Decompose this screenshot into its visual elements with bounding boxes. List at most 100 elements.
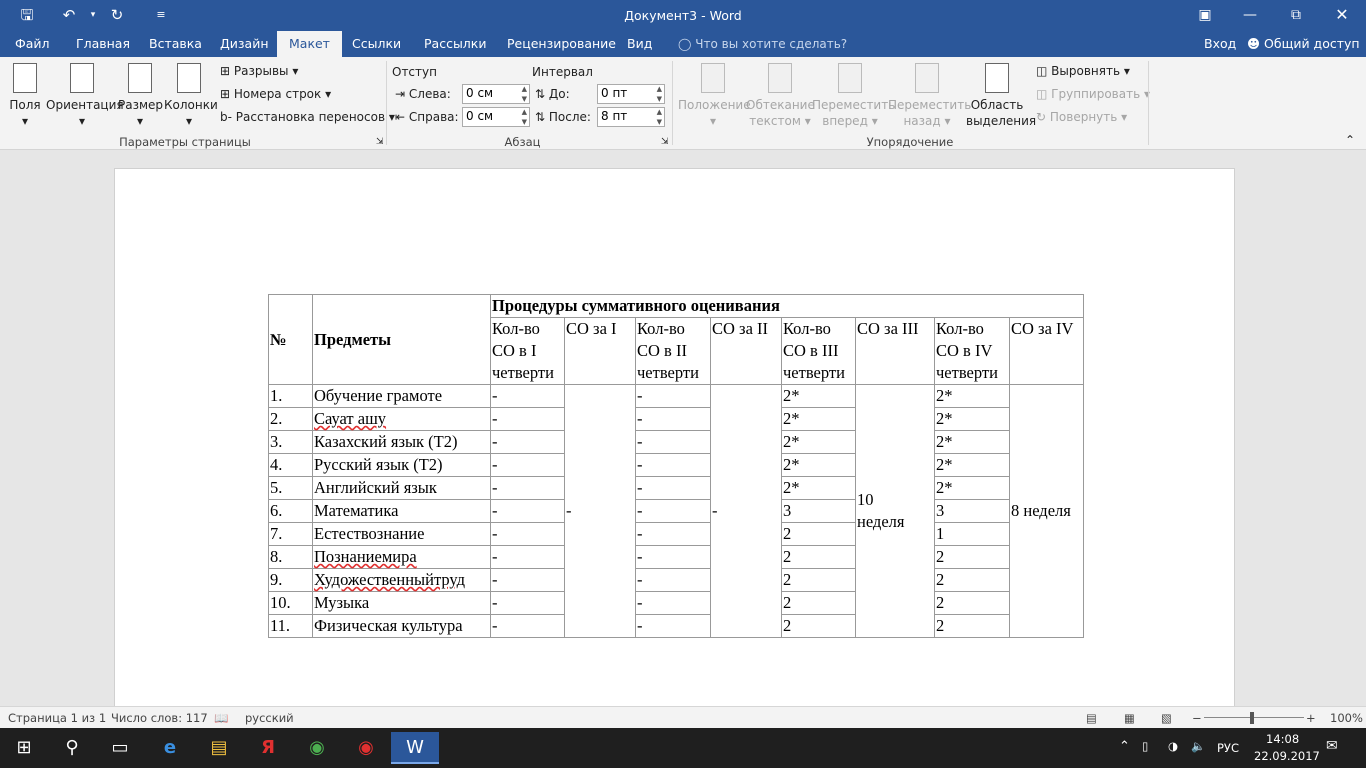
position-button[interactable]: Положение ▾ (678, 63, 751, 129)
battery-icon[interactable]: ▯ (1142, 739, 1148, 753)
tab-design[interactable]: Дизайн (216, 31, 273, 57)
align-label: Выровнять (1051, 64, 1121, 78)
breaks-button[interactable]: ⊞ Разрывы ▾ (220, 64, 298, 78)
windows-start-icon[interactable]: ⊞ (0, 732, 48, 764)
paragraph-launcher-icon[interactable]: ⇲ (661, 137, 669, 147)
table-row: 8. Познаниемира - - 2 2 (268, 545, 1084, 569)
share-button[interactable]: ☻ Общий доступ (1243, 31, 1364, 57)
row-number: 4. (268, 453, 313, 477)
indent-left-input[interactable]: 0 см ▲ ▼ (462, 84, 530, 104)
row-subject-text: Физическая культура (314, 616, 463, 635)
ribbon-display-options-icon[interactable]: ▣ (1183, 4, 1227, 26)
print-layout-icon[interactable]: ▦ (1124, 711, 1135, 725)
wrap-text-label-1: Обтекание (746, 98, 815, 112)
web-layout-icon[interactable]: ▧ (1161, 711, 1172, 725)
bring-forward-button[interactable]: Переместить вперед ▾ (812, 63, 895, 129)
selection-pane-button[interactable]: Область выделения (966, 63, 1036, 129)
volume-icon[interactable]: 🔈 (1191, 739, 1205, 753)
tab-file[interactable]: Файл (11, 31, 54, 57)
file-explorer-icon[interactable]: ▤ (195, 732, 243, 764)
zoom-slider-thumb[interactable] (1250, 712, 1254, 724)
clock-date[interactable]: 22.09.2017 (1254, 749, 1320, 763)
notifications-icon[interactable]: ✉ (1326, 738, 1338, 754)
align-button[interactable]: ◫ Выровнять ▾ (1036, 64, 1130, 78)
hyphenation-button[interactable]: b‐ Расстановка переносов ▾ (220, 110, 395, 124)
zoom-in-icon[interactable]: + (1306, 711, 1316, 725)
send-backward-button[interactable]: Переместить назад ▾ (888, 63, 971, 129)
task-view-icon[interactable]: ▭ (96, 732, 144, 764)
row-count-q2: - (635, 384, 711, 408)
chrome-icon[interactable]: ◉ (293, 732, 341, 764)
row-subject-text: Математика (314, 501, 399, 520)
zoom-level[interactable]: 100% (1330, 711, 1363, 725)
word-count[interactable]: Число слов: 117 (111, 711, 208, 725)
position-icon (701, 63, 725, 93)
restore-button[interactable]: ⧉ (1274, 4, 1318, 26)
spinner-arrows-icon[interactable]: ▲ ▼ (657, 107, 662, 127)
tab-home[interactable]: Главная (72, 31, 134, 57)
show-hidden-icons[interactable]: ⌃ (1119, 739, 1130, 754)
document-area[interactable]: № Предметы Процедуры суммативного оценив… (0, 151, 1366, 708)
tab-review[interactable]: Рецензирование (503, 31, 620, 57)
columns-button[interactable]: Колонки ▾ (164, 63, 218, 129)
close-button[interactable]: ✕ (1320, 4, 1364, 26)
row-count-q3: 2 (781, 591, 856, 615)
indent-right-input[interactable]: 0 см ▲ ▼ (462, 107, 530, 127)
spinner-arrows-icon[interactable]: ▲ ▼ (522, 84, 527, 104)
table-row: 2. Сауат ашу - - 2* 2* (268, 407, 1084, 431)
tab-references[interactable]: Ссылки (348, 31, 405, 57)
proofing-icon[interactable]: 📖 (214, 711, 228, 725)
spinner-arrows-icon[interactable]: ▲ ▼ (657, 84, 662, 104)
spinner-arrows-icon[interactable]: ▲ ▼ (522, 107, 527, 127)
wrap-text-button[interactable]: Обтекание текстом ▾ (746, 63, 815, 129)
line-numbers-label: Номера строк (233, 87, 322, 101)
margins-button[interactable]: Поля ▾ (6, 63, 44, 129)
edge-browser-icon[interactable]: e (146, 732, 194, 764)
tab-view[interactable]: Вид (623, 31, 656, 57)
table-row: 11. Физическая культура - - 2 2 (268, 614, 1084, 638)
collapse-ribbon-icon[interactable]: ⌃ (1345, 133, 1355, 147)
document-page[interactable]: № Предметы Процедуры суммативного оценив… (114, 168, 1235, 708)
page-count[interactable]: Страница 1 из 1 (8, 711, 106, 725)
table-row: 7. Естествознание - - 2 1 (268, 522, 1084, 546)
clock-time[interactable]: 14:08 (1266, 732, 1299, 746)
margins-label: Поля (9, 98, 41, 112)
tab-insert[interactable]: Вставка (145, 31, 206, 57)
paragraph-group-label: Абзац (504, 135, 541, 149)
yandex-icon[interactable]: Я (244, 732, 292, 764)
orientation-button[interactable]: Ориентация ▾ (46, 63, 124, 129)
spacing-after-input[interactable]: 8 пт ▲ ▼ (597, 107, 665, 127)
tell-me-box[interactable]: ◯ Что вы хотите сделать? (678, 37, 847, 51)
row-count-q3: 2 (781, 614, 856, 638)
language-indicator[interactable]: русский (245, 711, 294, 725)
zoom-slider-track[interactable] (1204, 717, 1304, 718)
indent-left-icon: ⇥ (395, 87, 406, 101)
tab-mailings[interactable]: Рассылки (420, 31, 490, 57)
header-so-q1: СО за I (564, 317, 636, 385)
row-subject: Математика (312, 499, 491, 523)
row-number: 10. (268, 591, 313, 615)
row-count-q3: 3 (781, 499, 856, 523)
size-button[interactable]: Размер ▾ (118, 63, 163, 129)
page-setup-launcher-icon[interactable]: ⇲ (376, 137, 384, 147)
group-objects-button[interactable]: ◫ Группировать ▾ (1036, 87, 1150, 101)
row-count-q1: - (490, 384, 565, 408)
spacing-before-input[interactable]: 0 пт ▲ ▼ (597, 84, 665, 104)
sign-in-link[interactable]: Вход (1200, 31, 1240, 57)
line-numbers-button[interactable]: ⊞ Номера строк ▾ (220, 87, 331, 101)
yandex-browser-icon[interactable]: ◉ (342, 732, 390, 764)
rotate-button[interactable]: ↻ Повернуть ▾ (1036, 110, 1127, 124)
size-icon (128, 63, 152, 93)
input-language[interactable]: РУС (1217, 741, 1239, 755)
read-mode-icon[interactable]: ▤ (1086, 711, 1097, 725)
zoom-out-icon[interactable]: − (1192, 711, 1202, 725)
minimize-button[interactable]: — (1228, 4, 1272, 26)
word-app-icon[interactable]: W (391, 732, 439, 764)
spacing-after-label: ⇅ После: (535, 110, 591, 124)
wifi-icon[interactable]: ◑ (1168, 739, 1178, 753)
header-count-q2-line2: СО в II (637, 341, 687, 360)
search-icon[interactable]: ⚲ (48, 732, 96, 764)
assessment-table[interactable]: № Предметы Процедуры суммативного оценив… (268, 294, 1084, 638)
hyphenation-icon: b‐ (220, 110, 232, 124)
tab-layout[interactable]: Макет (277, 31, 342, 57)
